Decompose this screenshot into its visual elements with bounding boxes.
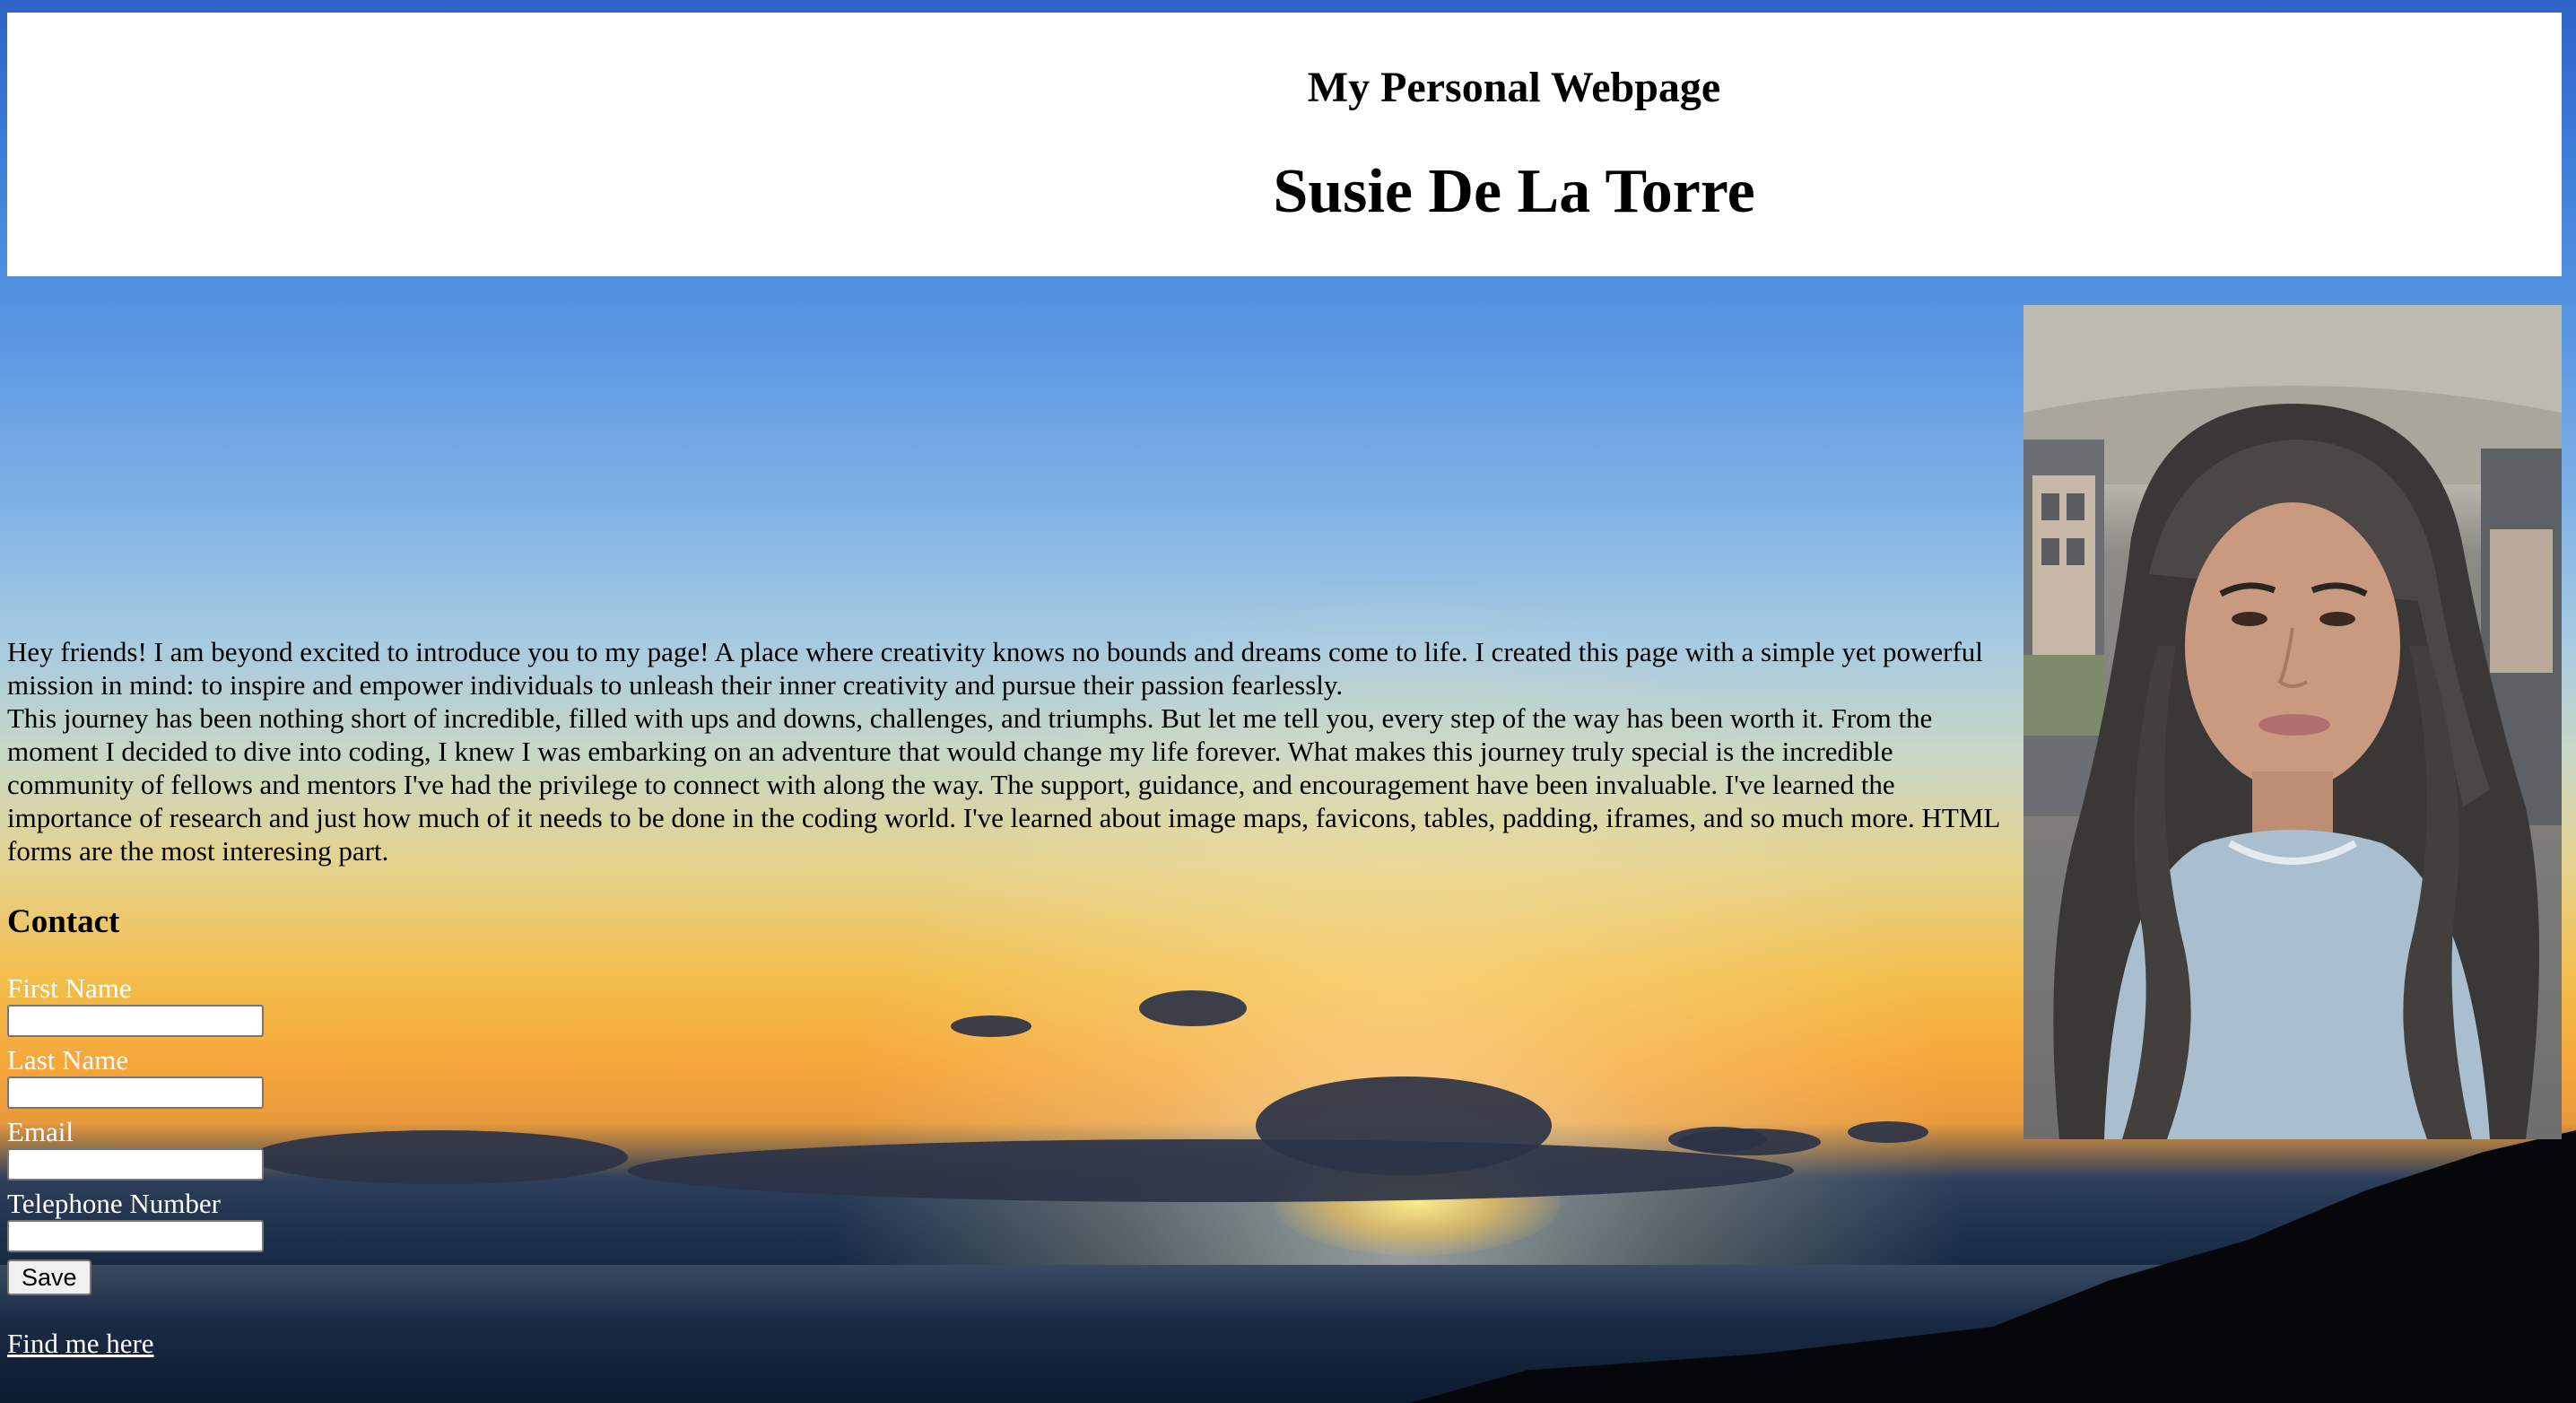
last-name-label: Last Name <box>7 1044 129 1076</box>
last-name-field[interactable] <box>7 1076 264 1109</box>
find-me-link[interactable]: Find me here <box>7 1328 154 1360</box>
first-name-label: First Name <box>7 972 132 1004</box>
email-field[interactable] <box>7 1148 264 1181</box>
intro-text: Hey friends! I am beyond excited to intr… <box>7 635 2007 867</box>
save-button[interactable]: Save <box>7 1259 91 1295</box>
background-cloud <box>1848 1121 1928 1143</box>
background-cloud <box>951 1015 1031 1037</box>
page-header: My Personal Webpage Susie De La Torre <box>7 13 2562 276</box>
contact-heading: Contact <box>7 903 120 940</box>
email-label: Email <box>7 1116 74 1147</box>
profile-photo <box>2023 305 2562 1139</box>
intro-paragraph: Hey friends! I am beyond excited to intr… <box>7 636 1983 701</box>
contact-form: First Name Last Name Email Telephone Num… <box>7 972 545 1295</box>
first-name-field[interactable] <box>7 1005 264 1037</box>
background-cloud <box>1139 990 1247 1026</box>
background-cloud <box>1668 1127 1767 1152</box>
telephone-label: Telephone Number <box>7 1188 221 1219</box>
page-title: Susie De La Torre <box>1273 157 1755 226</box>
page-subtitle: My Personal Webpage <box>1307 64 1721 111</box>
profile-photo-image <box>2023 305 2562 1139</box>
telephone-field[interactable] <box>7 1220 264 1252</box>
background-cloud <box>1256 1076 1552 1175</box>
intro-paragraph: This journey has been nothing short of i… <box>7 702 2000 867</box>
background-cloud <box>628 1139 1794 1202</box>
